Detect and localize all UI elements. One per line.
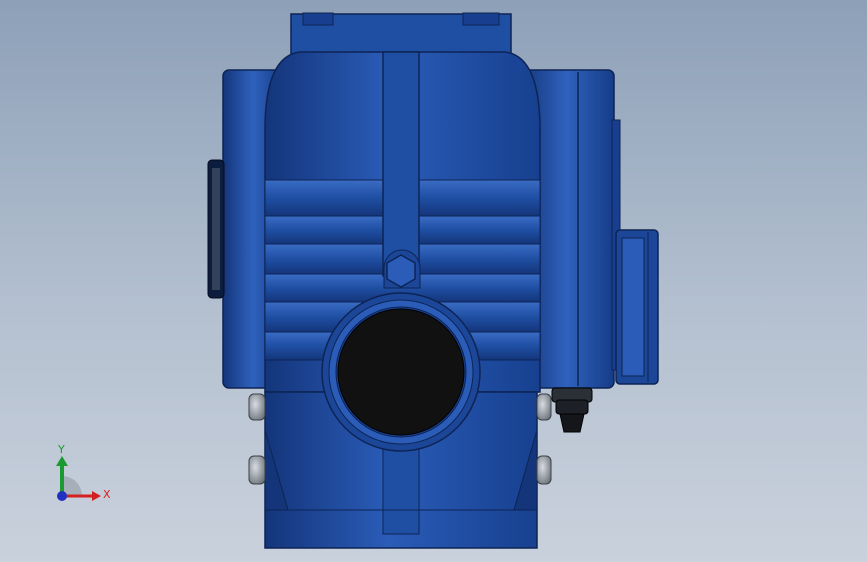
z-axis-dot: [57, 491, 67, 501]
x-axis-label: X: [103, 488, 111, 501]
top-cover-plate: [290, 12, 512, 57]
terminal-box: [615, 229, 659, 385]
gearbox-model[interactable]: [0, 0, 867, 562]
coordinate-triad: Y X: [56, 443, 111, 501]
cable-gland-icon: [551, 387, 593, 433]
y-axis-label: Y: [57, 443, 65, 456]
shaft-seal: [337, 308, 465, 436]
graphics-viewport[interactable]: Y X: [0, 0, 867, 562]
hex-bolt-icon: [386, 254, 416, 288]
output-hollow-shaft: [321, 292, 481, 452]
